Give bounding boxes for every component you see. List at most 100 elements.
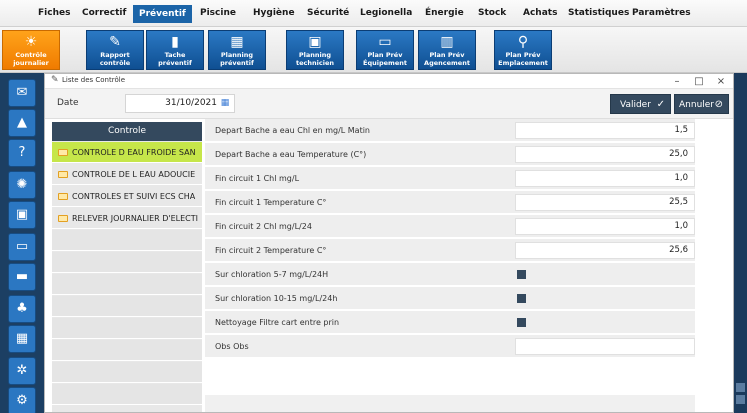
validate-label: Valider <box>620 100 651 110</box>
menu-item-piscine[interactable]: Piscine <box>198 6 238 21</box>
menu-item-legionella[interactable]: Legionella <box>358 6 414 21</box>
bell-icon: ▲ <box>17 115 27 130</box>
menu-item-statistiques[interactable]: Statistiques <box>566 6 631 21</box>
list-item[interactable]: CONTROLES ET SUIVI ECS CHA <box>52 186 202 207</box>
list-item[interactable]: CONTROLE DE L EAU ADOUCIE <box>52 164 202 185</box>
form-row: Fin circuit 1 Chl mg/L 1,0 <box>205 167 695 190</box>
menu-item-stock[interactable]: Stock <box>476 6 508 21</box>
help-icon: ? <box>18 145 26 160</box>
list-item-label: CONTROLE DE L EAU ADOUCIE <box>72 170 196 179</box>
menu-item-preventif[interactable]: Préventif <box>133 5 192 23</box>
sidebar-alarm-button[interactable]: ▲ <box>8 109 36 137</box>
folder-icon <box>58 193 68 200</box>
field-input[interactable]: 1,0 <box>515 170 695 187</box>
list-header: Controle <box>52 122 202 141</box>
date-field[interactable]: 31/10/2021 ▦ <box>125 94 235 113</box>
menu-item-fiches[interactable]: Fiches <box>36 6 72 21</box>
menu-item-correctif[interactable]: Correctif <box>80 6 128 21</box>
ribbon-button-label: Plan Prév Emplacement <box>498 51 548 67</box>
sidebar-cart-button[interactable]: ▣ <box>8 201 36 229</box>
edit-icon: ✎ <box>51 75 59 85</box>
menu-item-parametres[interactable]: Paramètres <box>630 6 693 21</box>
book-icon: ▮ <box>171 34 179 50</box>
list-item[interactable]: CONTROLE D EAU FROIDE SAN <box>52 142 202 163</box>
ribbon-planning-preventif-button[interactable]: ▦ Planning préventif <box>208 30 266 70</box>
field-input[interactable]: 25,5 <box>515 194 695 211</box>
edit-icon: ✎ <box>109 34 121 50</box>
calendar-icon: ▦ <box>230 34 244 50</box>
bag-icon: ▣ <box>15 207 29 222</box>
list-empty-row <box>52 340 202 361</box>
window-toolbar: Date 31/10/2021 ▦ Valider ✓ Annuler ⊘ <box>45 89 733 119</box>
list-item[interactable]: RELEVER JOURNALIER D'ELECTI <box>52 208 202 229</box>
minimize-button[interactable]: – <box>667 74 687 89</box>
sidebar-help-button[interactable]: ? <box>8 139 36 167</box>
main-menu-bar: Fiches Correctif Préventif Piscine Hygiè… <box>0 0 747 27</box>
ribbon-rapport-controle-button[interactable]: ✎ Rapport contrôle <box>86 30 144 70</box>
form-row: Fin circuit 2 Chl mg/L/24 1,0 <box>205 215 695 238</box>
sidebar-aperture-button[interactable]: ✲ <box>8 357 36 385</box>
field-input[interactable]: 25,6 <box>515 242 695 259</box>
sun-icon: ✺ <box>16 177 28 192</box>
folder-icon <box>58 171 68 178</box>
ribbon-button-label: Plan Prév Agencement <box>424 51 470 67</box>
form-row: Obs Obs <box>205 335 695 358</box>
check-icon: ✓ <box>656 99 665 110</box>
calendar-icon[interactable]: ▦ <box>219 97 231 109</box>
folder-icon <box>58 215 68 222</box>
menu-item-hygiene[interactable]: Hygiène <box>251 6 297 21</box>
list-item-label: CONTROLE D EAU FROIDE SAN <box>72 148 196 157</box>
aperture-icon: ✲ <box>16 363 28 378</box>
checkbox[interactable] <box>517 270 526 279</box>
observations-input[interactable] <box>515 338 695 355</box>
sidebar-settings-button[interactable]: ⚙ <box>8 387 36 413</box>
date-label: Date <box>57 98 79 108</box>
field-label: Fin circuit 1 Temperature C° <box>215 198 327 207</box>
ribbon-plan-prev-equipement-button[interactable]: ▭ Plan Prév Équipement <box>356 30 414 70</box>
ribbon-button-label: Tache préventif <box>158 51 192 67</box>
gear-icon: ⚙ <box>16 393 28 408</box>
ribbon-controle-journalier-button[interactable]: ☀ Contrôle journalier <box>2 30 60 70</box>
sidebar-sun-button[interactable]: ✺ <box>8 171 36 199</box>
ribbon-button-label: Planning technicien <box>296 51 334 67</box>
scroll-up-button[interactable] <box>736 383 745 392</box>
menu-item-achats[interactable]: Achats <box>521 6 559 21</box>
sidebar-screen-button[interactable]: ▭ <box>8 233 36 261</box>
checkbox[interactable] <box>517 318 526 327</box>
form-row: Fin circuit 1 Temperature C° 25,5 <box>205 191 695 214</box>
maximize-button[interactable]: □ <box>689 74 709 89</box>
field-label: Nettoyage Filtre cart entre prin <box>215 318 340 327</box>
menu-item-energie[interactable]: Énergie <box>423 6 466 21</box>
monitor-icon: ▭ <box>378 34 392 50</box>
cancel-label: Annuler <box>679 100 715 110</box>
ribbon-toolbar: ☀ Contrôle journalier ✎ Rapport contrôle… <box>0 27 747 73</box>
form-footer <box>205 395 695 412</box>
controle-form: Depart Bache a eau Chl en mg/L Matin 1,5… <box>205 119 695 412</box>
screen-icon: ▭ <box>15 239 29 254</box>
sidebar-calendar-button[interactable]: ▦ <box>8 325 36 353</box>
field-label: Depart Bache a eau Chl en mg/L Matin <box>215 126 370 135</box>
form-row: Sur chloration 10-15 mg/L/24h <box>205 287 695 310</box>
ribbon-planning-technicien-button[interactable]: ▣ Planning technicien <box>286 30 344 70</box>
window-title: Liste des Contrôle <box>62 76 125 84</box>
cancel-button[interactable]: Annuler ⊘ <box>674 94 729 114</box>
scroll-down-button[interactable] <box>736 395 745 404</box>
sun-icon: ☀ <box>24 34 38 50</box>
field-input[interactable]: 1,5 <box>515 122 695 139</box>
sidebar-chat-button[interactable]: ✉ <box>8 79 36 107</box>
field-input[interactable]: 25,0 <box>515 146 695 163</box>
menu-item-securite[interactable]: Sécurité <box>305 6 351 21</box>
ribbon-plan-prev-agencement-button[interactable]: ▥ Plan Prév Agencement <box>418 30 476 70</box>
ribbon-plan-prev-emplacement-button[interactable]: ⚲ Plan Prév Emplacement <box>494 30 552 70</box>
ribbon-tache-preventif-button[interactable]: ▮ Tache préventif <box>146 30 204 70</box>
checkbox[interactable] <box>517 294 526 303</box>
sidebar-org-button[interactable]: ♣ <box>8 295 36 323</box>
field-input[interactable]: 1,0 <box>515 218 695 235</box>
sidebar-truck-button[interactable]: ▬ <box>8 263 36 291</box>
truck-icon: ▬ <box>15 269 29 284</box>
validate-button[interactable]: Valider ✓ <box>610 94 671 114</box>
close-button[interactable]: × <box>711 74 731 89</box>
liste-des-controle-window: ✎ Liste des Contrôle – □ × Date 31/10/20… <box>44 73 734 413</box>
ribbon-button-label: Planning préventif <box>220 51 254 67</box>
form-row: Depart Bache a eau Temperature (C°) 25,0 <box>205 143 695 166</box>
